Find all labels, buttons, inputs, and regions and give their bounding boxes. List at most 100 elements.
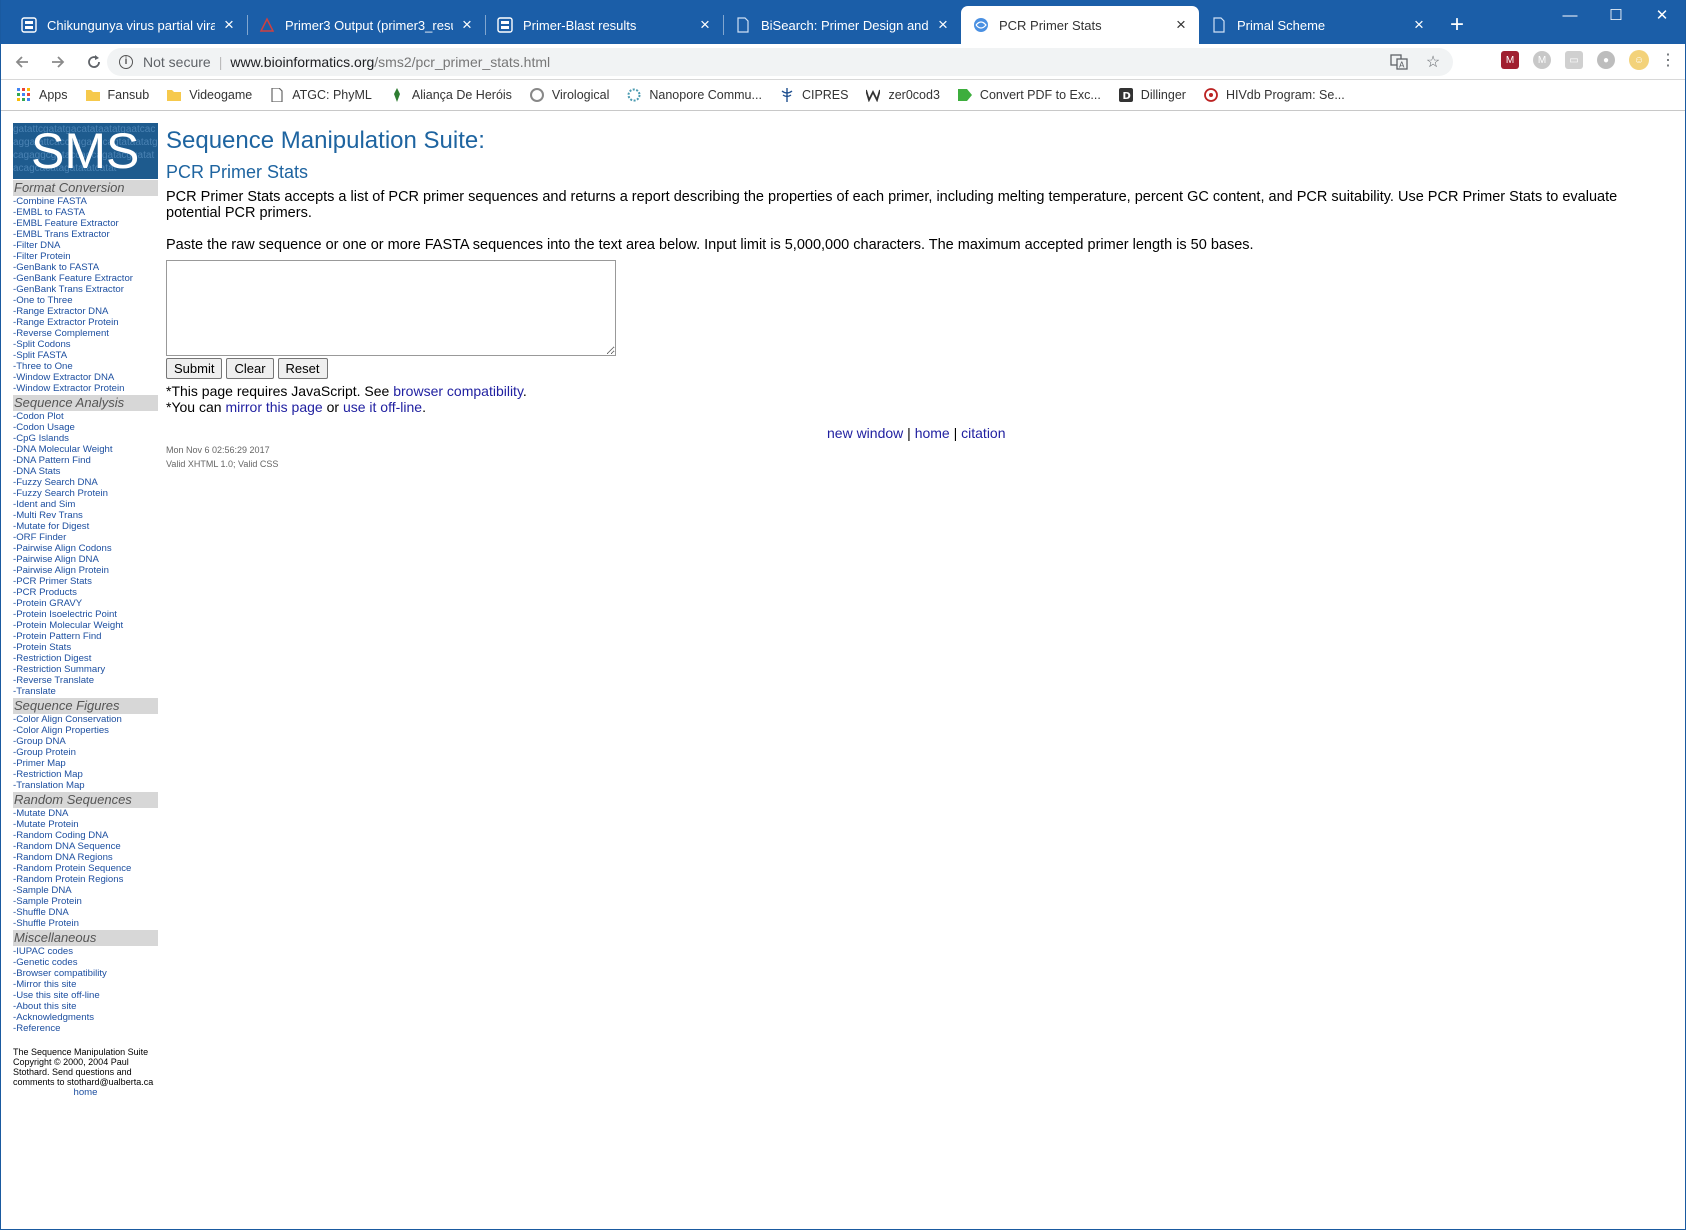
sidebar-link[interactable]: -Use this site off-line — [13, 990, 158, 1001]
profile-avatar-icon[interactable]: ☺ — [1629, 50, 1649, 70]
sidebar-link[interactable]: -One to Three — [13, 295, 158, 306]
sidebar-link[interactable]: -Multi Rev Trans — [13, 510, 158, 521]
sidebar-link[interactable]: -Reverse Translate — [13, 675, 158, 686]
sidebar-link[interactable]: -Acknowledgments — [13, 1012, 158, 1023]
sidebar-link[interactable]: -Protein GRAVY — [13, 598, 158, 609]
sidebar-link[interactable]: -Range Extractor DNA — [13, 306, 158, 317]
sidebar-link[interactable]: -Codon Usage — [13, 422, 158, 433]
chat-extension-icon[interactable]: ▭ — [1565, 51, 1583, 69]
close-icon[interactable]: × — [221, 15, 237, 35]
tab-primal-scheme[interactable]: Primal Scheme × — [1199, 6, 1437, 44]
sidebar-link[interactable]: -Mutate for Digest — [13, 521, 158, 532]
sidebar-link[interactable]: -IUPAC codes — [13, 946, 158, 957]
sidebar-link[interactable]: -EMBL Feature Extractor — [13, 218, 158, 229]
mendeley-extension-icon[interactable]: M — [1501, 51, 1519, 69]
sidebar-link[interactable]: -Group DNA — [13, 736, 158, 747]
new-tab-button[interactable]: + — [1437, 6, 1477, 44]
menu-kebab-icon[interactable]: ⋮ — [1660, 51, 1676, 69]
sidebar-link[interactable]: -EMBL Trans Extractor — [13, 229, 158, 240]
sidebar-link[interactable]: -Mirror this site — [13, 979, 158, 990]
bookmark-convert-pdf[interactable]: Convert PDF to Exc... — [957, 88, 1101, 102]
tab-bisearch[interactable]: BiSearch: Primer Design and Sear × — [723, 6, 961, 44]
sidebar-link[interactable]: -Combine FASTA — [13, 196, 158, 207]
sidebar-link[interactable]: -Protein Stats — [13, 642, 158, 653]
sidebar-link[interactable]: -Protein Molecular Weight — [13, 620, 158, 631]
reset-button[interactable]: Reset — [277, 358, 328, 379]
sidebar-link[interactable]: -Color Align Properties — [13, 725, 158, 736]
bookmark-hivdb[interactable]: HIVdb Program: Se... — [1204, 88, 1345, 102]
sidebar-link[interactable]: -Sample DNA — [13, 885, 158, 896]
sidebar-link[interactable]: -Filter DNA — [13, 240, 158, 251]
sidebar-link[interactable]: -Window Extractor Protein — [13, 383, 158, 394]
sidebar-link[interactable]: -Fuzzy Search Protein — [13, 488, 158, 499]
sidebar-link[interactable]: -DNA Pattern Find — [13, 455, 158, 466]
sidebar-link[interactable]: -PCR Primer Stats — [13, 576, 158, 587]
maximize-button[interactable]: ☐ — [1593, 0, 1639, 30]
circle-extension-icon[interactable]: ● — [1597, 51, 1615, 69]
sms-logo[interactable]: gatattcgatatgacatataatatgaatcacaggatattc… — [13, 123, 158, 179]
new-window-link[interactable]: new window — [827, 425, 903, 441]
sidebar-link[interactable]: -Restriction Digest — [13, 653, 158, 664]
sequence-input[interactable] — [166, 260, 616, 356]
sidebar-link[interactable]: -Random Coding DNA — [13, 830, 158, 841]
info-icon[interactable]: i — [119, 55, 133, 69]
sidebar-link[interactable]: -ORF Finder — [13, 532, 158, 543]
sidebar-link[interactable]: -PCR Products — [13, 587, 158, 598]
sidebar-link[interactable]: -Split Codons — [13, 339, 158, 350]
bookmark-apps[interactable]: Apps — [17, 88, 68, 102]
sidebar-link[interactable]: -Shuffle DNA — [13, 907, 158, 918]
sidebar-link[interactable]: -GenBank Trans Extractor — [13, 284, 158, 295]
minimize-button[interactable]: — — [1547, 0, 1593, 30]
translate-icon[interactable]: A — [1389, 52, 1409, 72]
sidebar-link[interactable]: -Protein Pattern Find — [13, 631, 158, 642]
sidebar-link[interactable]: -Restriction Map — [13, 769, 158, 780]
sidebar-link[interactable]: -DNA Molecular Weight — [13, 444, 158, 455]
sidebar-link[interactable]: -Sample Protein — [13, 896, 158, 907]
bookmark-fansub[interactable]: Fansub — [85, 88, 149, 102]
sidebar-link[interactable]: -Restriction Summary — [13, 664, 158, 675]
close-icon[interactable]: × — [697, 15, 713, 35]
address-bar[interactable]: i Not secure | www.bioinformatics.org/sm… — [107, 48, 1453, 76]
sidebar-link[interactable]: -Mutate DNA — [13, 808, 158, 819]
sidebar-link[interactable]: -Primer Map — [13, 758, 158, 769]
sidebar-link[interactable]: -Random DNA Sequence — [13, 841, 158, 852]
sidebar-link[interactable]: -GenBank to FASTA — [13, 262, 158, 273]
sidebar-link[interactable]: -Ident and Sim — [13, 499, 158, 510]
sidebar-link[interactable]: -CpG Islands — [13, 433, 158, 444]
sidebar-link[interactable]: -Reference — [13, 1023, 158, 1034]
sidebar-link[interactable]: -Reverse Complement — [13, 328, 158, 339]
sidebar-link[interactable]: -Group Protein — [13, 747, 158, 758]
sidebar-link[interactable]: -About this site — [13, 1001, 158, 1012]
sidebar-link[interactable]: -Translation Map — [13, 780, 158, 791]
sidebar-link[interactable]: -Genetic codes — [13, 957, 158, 968]
close-icon[interactable]: × — [935, 15, 951, 35]
close-window-button[interactable]: ✕ — [1639, 0, 1685, 30]
sidebar-link[interactable]: -Random DNA Regions — [13, 852, 158, 863]
sidebar-link[interactable]: -EMBL to FASTA — [13, 207, 158, 218]
sidebar-link[interactable]: -Three to One — [13, 361, 158, 372]
sidebar-link[interactable]: -DNA Stats — [13, 466, 158, 477]
sidebar-link[interactable]: -Split FASTA — [13, 350, 158, 361]
reload-button[interactable] — [79, 47, 109, 77]
forward-button[interactable] — [43, 47, 73, 77]
gmail-extension-icon[interactable]: M — [1533, 51, 1551, 69]
mirror-page-link[interactable]: mirror this page — [225, 399, 322, 415]
sidebar-link[interactable]: -Mutate Protein — [13, 819, 158, 830]
sidebar-link[interactable]: -Color Align Conservation — [13, 714, 158, 725]
clear-button[interactable]: Clear — [226, 358, 274, 379]
tab-primer-blast[interactable]: Primer-Blast results × — [485, 6, 723, 44]
browser-compatibility-link[interactable]: browser compatibility — [393, 383, 523, 399]
bookmark-dillinger[interactable]: D Dillinger — [1118, 88, 1186, 102]
home-link[interactable]: home — [915, 425, 950, 441]
sidebar-link[interactable]: -Protein Isoelectric Point — [13, 609, 158, 620]
bookmark-cipres[interactable]: CIPRES — [780, 88, 848, 102]
sidebar-link[interactable]: -Codon Plot — [13, 411, 158, 422]
sidebar-home-link[interactable]: home — [13, 1087, 158, 1098]
bookmark-atgc-phyml[interactable]: ATGC: PhyML — [270, 88, 372, 102]
close-icon[interactable]: × — [1411, 15, 1427, 35]
sidebar-link[interactable]: -Range Extractor Protein — [13, 317, 158, 328]
sidebar-link[interactable]: -Shuffle Protein — [13, 918, 158, 929]
close-icon[interactable]: × — [1173, 15, 1189, 35]
sidebar-link[interactable]: -Filter Protein — [13, 251, 158, 262]
sidebar-link[interactable]: -Browser compatibility — [13, 968, 158, 979]
